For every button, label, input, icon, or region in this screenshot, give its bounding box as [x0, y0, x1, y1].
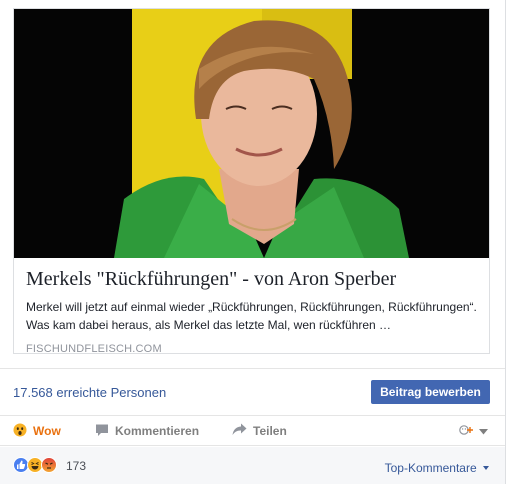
link-title[interactable]: Merkels "Rückführungen" - von Aron Sperb…	[26, 267, 477, 291]
preview-image[interactable]	[14, 9, 489, 258]
top-comments-dropdown[interactable]: Top-Kommentare	[385, 459, 489, 475]
reaction-selector[interactable]	[459, 416, 488, 446]
post-card: Merkels "Rückführungen" - von Aron Sperb…	[0, 0, 506, 484]
reach-link[interactable]: 17.568 erreichte Personen	[13, 385, 166, 400]
angry-icon	[41, 457, 57, 473]
reaction-icons[interactable]	[13, 457, 57, 473]
share-label: Teilen	[253, 424, 287, 438]
link-domain: FISCHUNDFLEISCH.COM	[26, 343, 162, 355]
promote-post-button[interactable]: Beitrag bewerben	[371, 380, 490, 404]
link-description: Merkel will jetzt auf einmal wieder „Rüc…	[26, 300, 477, 332]
action-row: Wow Kommentieren Teilen	[0, 416, 505, 446]
chevron-down-icon	[479, 424, 488, 438]
reach-row: 17.568 erreichte Personen Beitrag bewerb…	[0, 368, 505, 416]
share-arrow-icon	[232, 423, 247, 439]
share-button[interactable]: Teilen	[232, 416, 287, 446]
chevron-down-icon	[483, 459, 489, 473]
link-preview[interactable]: Merkels "Rückführungen" - von Aron Sperb…	[13, 8, 490, 355]
comment-label: Kommentieren	[115, 424, 200, 438]
wow-face-icon	[13, 423, 27, 440]
preview-text[interactable]: Merkels "Rückführungen" - von Aron Sperb…	[14, 258, 489, 355]
top-comments-label: Top-Kommentare	[384, 461, 477, 475]
wow-label: Wow	[33, 424, 61, 438]
reaction-faces-icon	[459, 424, 475, 439]
reactions-summary: 173 Top-Kommentare	[0, 447, 505, 484]
comment-button[interactable]: Kommentieren	[95, 416, 199, 446]
reaction-count[interactable]: 173	[66, 459, 86, 473]
comment-icon	[95, 423, 109, 440]
wow-reaction-button[interactable]: Wow	[13, 416, 61, 446]
